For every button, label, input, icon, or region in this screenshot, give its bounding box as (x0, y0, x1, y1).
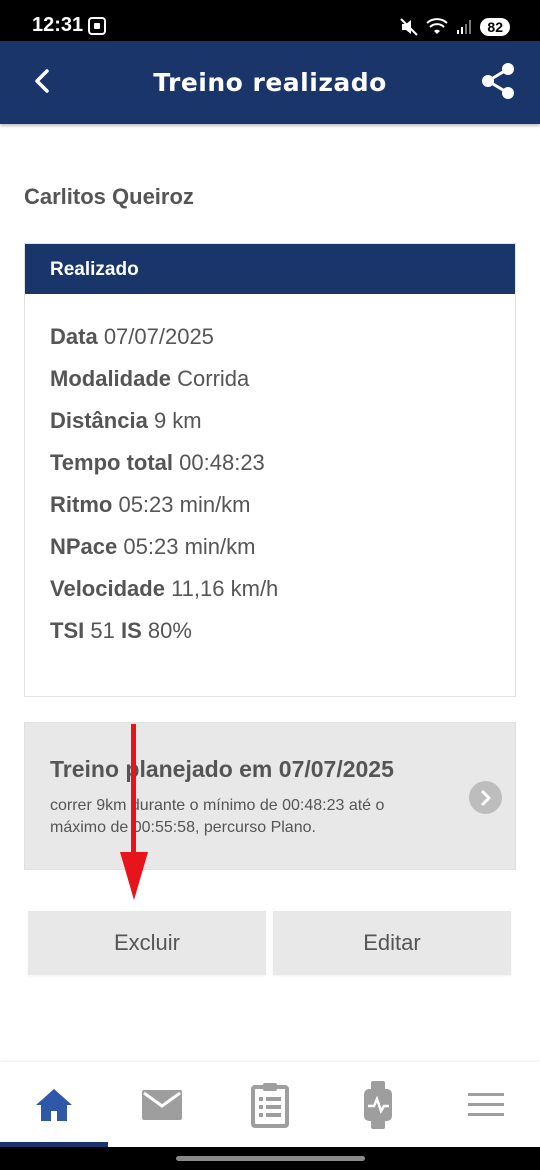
app-bar: Treino realizado (0, 41, 540, 124)
status-indicators: 82 (400, 16, 510, 38)
signal-icon (457, 20, 472, 34)
detail-value: 9 km (153, 408, 202, 433)
chevron-right-glyph (481, 790, 490, 805)
clipboard-icon (251, 1082, 289, 1128)
detail-value: 05:23 min/km (118, 492, 251, 517)
home-icon (36, 1088, 72, 1121)
detail-value: 00:48:23 (179, 450, 265, 475)
smartwatch-icon (364, 1080, 392, 1129)
detail-row-tsi-is: TSI 51 IS 80% (50, 618, 515, 660)
detail-row-npace: NPace 05:23 min/km (50, 534, 515, 576)
planned-description: correr 9km durante o mínimo de 00:48:23 … (50, 797, 385, 836)
detail-label: Tempo total (50, 450, 174, 475)
mail-icon (142, 1089, 182, 1120)
bottom-nav (0, 1062, 540, 1147)
delete-button[interactable]: Excluir (28, 911, 266, 975)
tsi-label: TSI (50, 618, 85, 643)
status-bar: 12:31 82 (0, 0, 540, 41)
planned-training-card[interactable]: Treino planejado em 07/07/2025 correr 9k… (24, 722, 516, 870)
detail-label: Data (50, 324, 98, 349)
detail-label: Modalidade (50, 366, 172, 391)
menu-icon (468, 1092, 504, 1116)
detail-label: Velocidade (50, 576, 165, 601)
nav-menu[interactable] (432, 1062, 540, 1147)
detail-row-velocidade: Velocidade 11,16 km/h (50, 576, 515, 618)
detail-value: 07/07/2025 (103, 324, 214, 349)
detail-value: 05:23 min/km (123, 534, 256, 559)
status-time: 12:31 (32, 14, 84, 36)
planned-title: Treino planejado em 07/07/2025 (50, 756, 394, 782)
page-title: Treino realizado (153, 68, 387, 97)
is-value: 80% (147, 618, 192, 643)
detail-value: 11,16 km/h (171, 576, 279, 601)
realizado-details: Data 07/07/2025 Modalidade Corrida Distâ… (25, 294, 515, 660)
gesture-handle[interactable] (176, 1156, 365, 1161)
chevron-right-icon[interactable] (469, 781, 502, 814)
detail-row-tempo-total: Tempo total 00:48:23 (50, 450, 515, 492)
detail-row-ritmo: Ritmo 05:23 min/km (50, 492, 515, 534)
athlete-name: Carlitos Queiroz (24, 184, 194, 209)
detail-label: Ritmo (50, 492, 113, 517)
tsi-value: 51 (90, 618, 115, 643)
realizado-card: Realizado Data 07/07/2025 Modalidade Cor… (24, 243, 516, 697)
nav-messages[interactable] (108, 1062, 216, 1147)
detail-row-distancia: Distância 9 km (50, 408, 515, 450)
nav-plan[interactable] (216, 1062, 324, 1147)
detail-value: Corrida (177, 366, 250, 391)
detail-label: NPace (50, 534, 118, 559)
share-button[interactable] (476, 59, 520, 103)
system-gesture-bar (0, 1147, 540, 1170)
detail-row-modalidade: Modalidade Corrida (50, 366, 515, 408)
wifi-icon (426, 18, 449, 34)
annotation-arrow-icon (120, 724, 148, 900)
edit-button[interactable]: Editar (273, 911, 511, 975)
detail-row-data: Data 07/07/2025 (50, 324, 515, 366)
is-label: IS (120, 618, 142, 643)
detail-label: Distância (50, 408, 148, 433)
battery-indicator: 82 (480, 18, 510, 36)
realizado-header: Realizado (25, 244, 515, 294)
screenshot-icon (88, 17, 106, 35)
share-icon (482, 63, 514, 99)
nav-devices[interactable] (324, 1062, 432, 1147)
mute-icon (400, 18, 419, 36)
nav-home[interactable] (0, 1062, 108, 1147)
